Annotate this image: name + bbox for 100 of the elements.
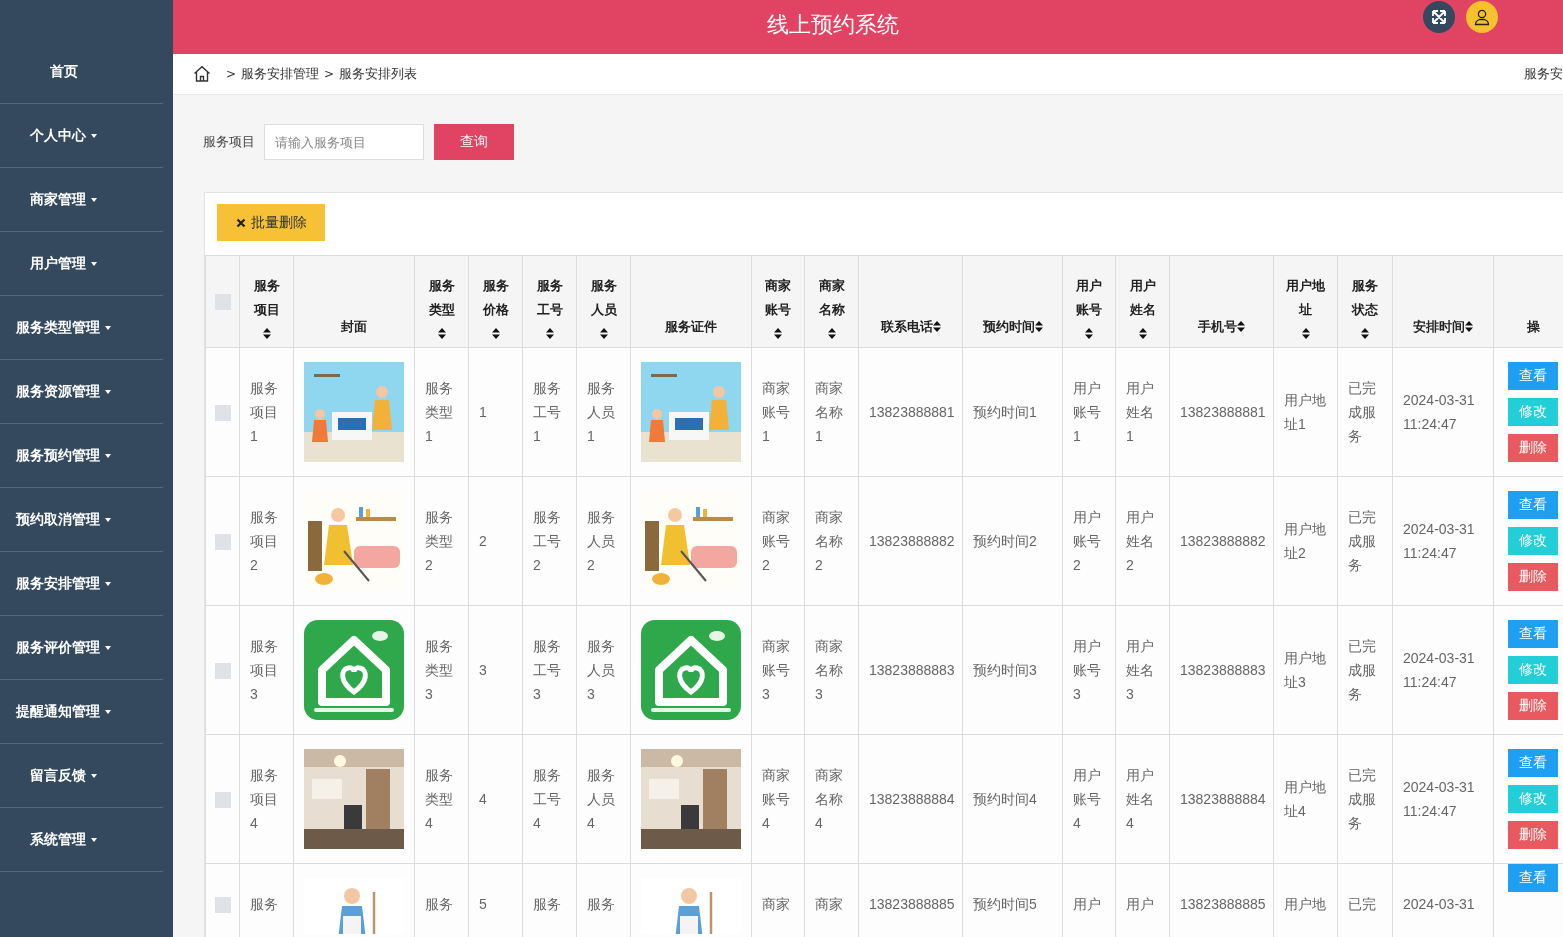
sort-icon[interactable] <box>932 321 941 332</box>
breadcrumb-link[interactable]: 服务安排列表 <box>339 65 418 83</box>
home-icon[interactable] <box>193 65 211 83</box>
table-cell: 2024-03-31 11:24:47 <box>1392 605 1494 735</box>
fullscreen-icon[interactable] <box>1423 1 1455 33</box>
table-cell: 已完成服务 <box>1337 605 1393 735</box>
table-cell: 服务人员1 <box>576 347 631 477</box>
column-label: 联系电话 <box>880 318 933 336</box>
checkbox[interactable] <box>215 663 231 680</box>
column-label: 手机号 <box>1198 318 1237 336</box>
checkbox[interactable] <box>215 792 231 809</box>
sort-icon[interactable] <box>1138 328 1147 339</box>
checkbox[interactable] <box>215 405 231 422</box>
table-cell: 13823888883 <box>858 605 963 735</box>
table-cell: 用户 <box>1062 863 1116 937</box>
column-label: 商家账号 <box>764 277 792 319</box>
caret-icon <box>105 453 111 458</box>
caret-icon <box>105 389 111 394</box>
sidebar-item[interactable]: 服务类型管理 <box>0 296 163 360</box>
search-field[interactable]: 请输入服务项目 <box>264 124 424 160</box>
table-cell: 商家名称1 <box>804 347 859 477</box>
caret-icon <box>105 517 111 522</box>
table-cell: 用户账号3 <box>1062 605 1116 735</box>
table-cell: 13823888883 <box>1169 605 1274 735</box>
table-cell: 服务项目1 <box>239 347 294 477</box>
sidebar-item[interactable]: 提醒通知管理 <box>0 680 163 744</box>
caret-icon <box>91 773 97 778</box>
sort-icon[interactable] <box>1361 328 1369 339</box>
table-cell: 13823888884 <box>858 734 963 864</box>
batch-delete-button[interactable]: 批量删除 <box>217 204 325 241</box>
table-cell: 商家名称4 <box>804 734 859 864</box>
table-cell: 服务 <box>414 863 469 937</box>
sidebar-item[interactable]: 服务安排管理 <box>0 552 163 616</box>
table-cell: 用户地址4 <box>1273 734 1338 864</box>
table-cell: 已完成服务 <box>1337 347 1393 477</box>
sidebar-item[interactable]: 服务预约管理 <box>0 424 163 488</box>
sort-icon[interactable] <box>545 328 554 339</box>
column-label: 安排时间 <box>1413 318 1465 336</box>
table-cell: 商家名称2 <box>804 476 859 606</box>
table-cell: 用户账号4 <box>1062 734 1116 864</box>
sidebar-item[interactable]: 服务评价管理 <box>0 616 163 680</box>
user-icon[interactable] <box>1466 1 1498 33</box>
sort-icon[interactable] <box>1034 321 1043 332</box>
caret-icon <box>105 581 111 586</box>
column-label: 操 <box>1527 318 1540 336</box>
column-label: 服务状态 <box>1350 277 1379 319</box>
table-cell: 用户地 <box>1273 863 1338 937</box>
table-cell: 用户地址3 <box>1273 605 1338 735</box>
column-label: 服务证件 <box>665 318 717 336</box>
column-label: 服务价格 <box>481 277 510 319</box>
table-cell: 2024-03-31 11:24:47 <box>1392 476 1494 606</box>
table-cell: 用户姓名2 <box>1115 476 1170 606</box>
table-cell: 商家账号2 <box>751 476 805 606</box>
breadcrumb-link[interactable]: 服务安排管理 <box>241 65 320 83</box>
sidebar-item[interactable]: 留言反馈 <box>0 744 163 808</box>
column-label: 服务工号 <box>535 277 564 319</box>
table-cell: 4 <box>468 734 523 864</box>
sort-icon[interactable] <box>262 328 271 339</box>
search-button[interactable]: 查询 <box>434 124 514 160</box>
sidebar-item[interactable]: 商家管理 <box>0 168 163 232</box>
sort-icon[interactable] <box>1085 328 1093 339</box>
sort-icon[interactable] <box>599 328 608 339</box>
table-cell: 13823888882 <box>1169 476 1274 606</box>
table-cell: 服务人员3 <box>576 605 631 735</box>
table-cell: 用户姓名4 <box>1115 734 1170 864</box>
table-cell: 13823888885 <box>1169 863 1274 937</box>
close-icon <box>235 217 246 228</box>
table-cell: 用户姓名1 <box>1115 347 1170 477</box>
sort-icon[interactable] <box>827 328 836 339</box>
sidebar-item[interactable]: 首页 <box>0 40 163 104</box>
caret-icon <box>91 133 97 138</box>
checkbox[interactable] <box>215 897 231 914</box>
sort-icon[interactable] <box>1237 321 1245 332</box>
column-label: 用户账号 <box>1075 277 1103 319</box>
table-cell: 服务项目2 <box>239 476 294 606</box>
sidebar-item[interactable]: 个人中心 <box>0 104 163 168</box>
table-cell: 服务 <box>522 863 577 937</box>
sort-icon[interactable] <box>1301 328 1310 339</box>
checkbox[interactable] <box>215 534 231 551</box>
table-cell: 用户姓名3 <box>1115 605 1170 735</box>
table-cell: 服务类型2 <box>414 476 469 606</box>
sort-icon[interactable] <box>774 328 782 339</box>
sort-icon[interactable] <box>491 328 500 339</box>
table-cell: 服务工号2 <box>522 476 577 606</box>
table-cell: 用户账号1 <box>1062 347 1116 477</box>
sidebar-item[interactable]: 用户管理 <box>0 232 163 296</box>
table-cell: 服务人员2 <box>576 476 631 606</box>
sidebar-item[interactable]: 服务资源管理 <box>0 360 163 424</box>
column-label: 预约时间 <box>982 318 1035 336</box>
sort-icon[interactable] <box>1465 321 1473 332</box>
table-cell: 商家 <box>804 863 859 937</box>
table-cell: 13823888885 <box>858 863 963 937</box>
caret-icon <box>105 645 111 650</box>
table-cell: 服务工号4 <box>522 734 577 864</box>
sidebar-item[interactable]: 预约取消管理 <box>0 488 163 552</box>
sort-icon[interactable] <box>437 328 446 339</box>
field-label: 服务项目 <box>203 133 255 151</box>
sidebar-item[interactable]: 系统管理 <box>0 808 163 872</box>
table-cell: 已完成服务 <box>1337 734 1393 864</box>
caret-icon <box>91 837 97 842</box>
